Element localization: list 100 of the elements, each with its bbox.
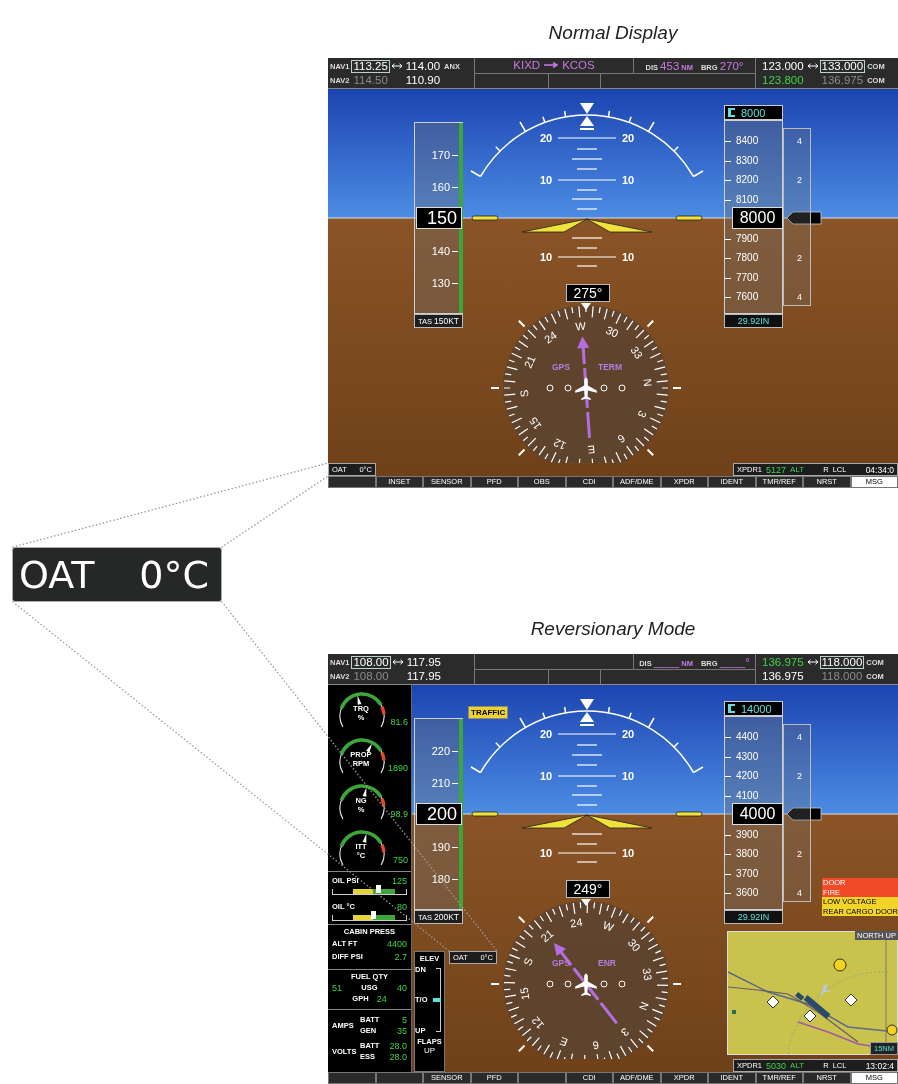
vertical-speed-label: 4 xyxy=(797,887,802,899)
heading-readout: 249° xyxy=(566,880,610,898)
tas-value: 150KT xyxy=(434,316,460,326)
distance-value: 453 xyxy=(660,60,680,72)
altitude-label: 7800 xyxy=(736,252,759,264)
gauge-value: 98.9 xyxy=(390,809,408,819)
com-standby-frequency[interactable]: 118.000 xyxy=(819,655,865,669)
readout-value: 2.7 xyxy=(394,951,407,962)
barometric-setting: 29.92IN xyxy=(724,910,783,924)
pitch-label: 20 xyxy=(621,132,635,144)
pitch-label: 10 xyxy=(539,770,553,782)
pitch-label: 10 xyxy=(621,770,635,782)
bar-gauge-value: 80 xyxy=(397,901,407,912)
altitude-label: 7700 xyxy=(736,271,759,284)
vertical-speed-pointer xyxy=(786,807,822,821)
selected-altitude: 8000 xyxy=(741,106,766,119)
nav-standby-frequency[interactable]: 114.50 xyxy=(351,73,390,87)
flight-phase: ENR xyxy=(598,958,616,968)
airspeed-label: 180 xyxy=(431,872,450,886)
airspeed-label: 170 xyxy=(431,148,450,162)
clock-time: 13:02:4 xyxy=(865,1060,894,1071)
heading-readout: 275° xyxy=(566,284,610,302)
gauge-value: 750 xyxy=(392,855,408,865)
gauge-dial-drawing xyxy=(339,784,386,820)
gauge-dial-drawing xyxy=(339,738,386,774)
compass-label: S xyxy=(517,389,531,398)
vertical-speed-label: 2 xyxy=(797,770,802,782)
compass-label: 24 xyxy=(541,328,559,346)
compass-label: 33 xyxy=(628,343,646,361)
fuel-flow-value: 24 xyxy=(376,993,387,1004)
altitude-label: 3600 xyxy=(736,887,759,899)
readout-value: 28.0 xyxy=(389,1040,407,1051)
roll-pointer-icon xyxy=(580,699,594,726)
airspeed-label: 140 xyxy=(431,244,450,258)
altitude-label: 7900 xyxy=(736,232,759,245)
figure-caption: Normal Display xyxy=(548,22,678,44)
compass-label: W xyxy=(574,319,587,333)
com-standby-frequency[interactable]: 118.000 xyxy=(819,669,865,683)
softkey[interactable] xyxy=(375,1072,423,1084)
nav-active-frequency: 117.95 xyxy=(405,669,442,683)
pitch-label: 10 xyxy=(621,847,635,859)
navigation-source: GPS xyxy=(552,362,570,372)
vertical-speed-pointer xyxy=(786,211,822,225)
compass-label: E xyxy=(558,1035,570,1049)
airspeed-readout: 200 xyxy=(416,803,462,825)
com-standby-frequency[interactable]: 136.975 xyxy=(819,73,866,87)
gauge-dial-drawing xyxy=(339,692,386,728)
altitude-label: 4400 xyxy=(736,731,759,743)
altitude-label: 7600 xyxy=(736,291,759,303)
compass-label: S xyxy=(521,956,535,968)
compass-label: W xyxy=(601,918,616,934)
altitude-label: 8100 xyxy=(736,193,759,206)
callout-label: OAT xyxy=(19,552,95,597)
airspeed-readout: 150 xyxy=(416,207,462,229)
vertical-speed-label: 2 xyxy=(797,848,802,860)
altitude-label: 4200 xyxy=(736,770,759,782)
compass-label: 33 xyxy=(640,967,655,982)
compass-label: N xyxy=(636,1000,651,1013)
compass-label: E xyxy=(587,443,596,457)
altitude-label: 3700 xyxy=(736,867,759,880)
nav-standby-frequency[interactable]: 108.00 xyxy=(351,669,391,683)
compass-label: N xyxy=(641,378,655,388)
route-arrow-icon xyxy=(544,62,559,69)
fuel-right-value: 40 xyxy=(396,982,407,993)
pitch-label: 10 xyxy=(539,847,553,859)
flight-phase: TERM xyxy=(598,362,623,372)
vertical-speed-label: 4 xyxy=(797,291,802,303)
altitude-label: 4300 xyxy=(736,750,759,763)
pitch-label: 10 xyxy=(539,174,553,186)
route-destination: KCOS xyxy=(562,59,595,72)
nav-standby-frequency[interactable]: 113.25 xyxy=(351,59,390,73)
vertical-speed-label: 4 xyxy=(797,731,802,743)
vertical-speed-label: 2 xyxy=(797,174,802,186)
course-needle-icon xyxy=(554,943,618,1025)
altitude-readout: 4000 xyxy=(732,803,783,825)
swap-arrows-icon xyxy=(807,659,818,665)
softkey[interactable] xyxy=(328,476,376,488)
com-standby-frequency[interactable]: 133.000 xyxy=(819,59,866,73)
transponder-code: 5127 xyxy=(766,464,787,475)
softkey[interactable] xyxy=(518,1072,566,1084)
nav-active-frequency: 114.00 xyxy=(404,59,442,73)
roll-pointer-icon xyxy=(580,103,594,130)
compass-label: 6 xyxy=(615,432,628,446)
traffic-annunciation: TRAFFIC xyxy=(468,706,509,719)
altitude-label: 3900 xyxy=(736,828,759,841)
pitch-label: 10 xyxy=(539,251,553,263)
pitch-label: 10 xyxy=(621,251,635,263)
compass-label: 15 xyxy=(517,986,532,1001)
selected-altitude: 14000 xyxy=(741,702,772,715)
tas-value: 200KT xyxy=(434,912,460,922)
altitude-label: 8200 xyxy=(736,174,759,186)
compass-label: 30 xyxy=(604,323,621,340)
bar-gauge-value: 125 xyxy=(391,875,407,886)
transponder-mode: ALT xyxy=(790,1061,805,1070)
altitude-label: 8400 xyxy=(736,135,759,147)
com-active-frequency: 123.000 xyxy=(761,59,805,73)
nav-standby-frequency[interactable]: 108.00 xyxy=(351,655,391,669)
softkey[interactable] xyxy=(328,1072,376,1084)
transponder-mode: ALT xyxy=(790,465,805,474)
aircraft-symbol-icon xyxy=(471,811,703,829)
